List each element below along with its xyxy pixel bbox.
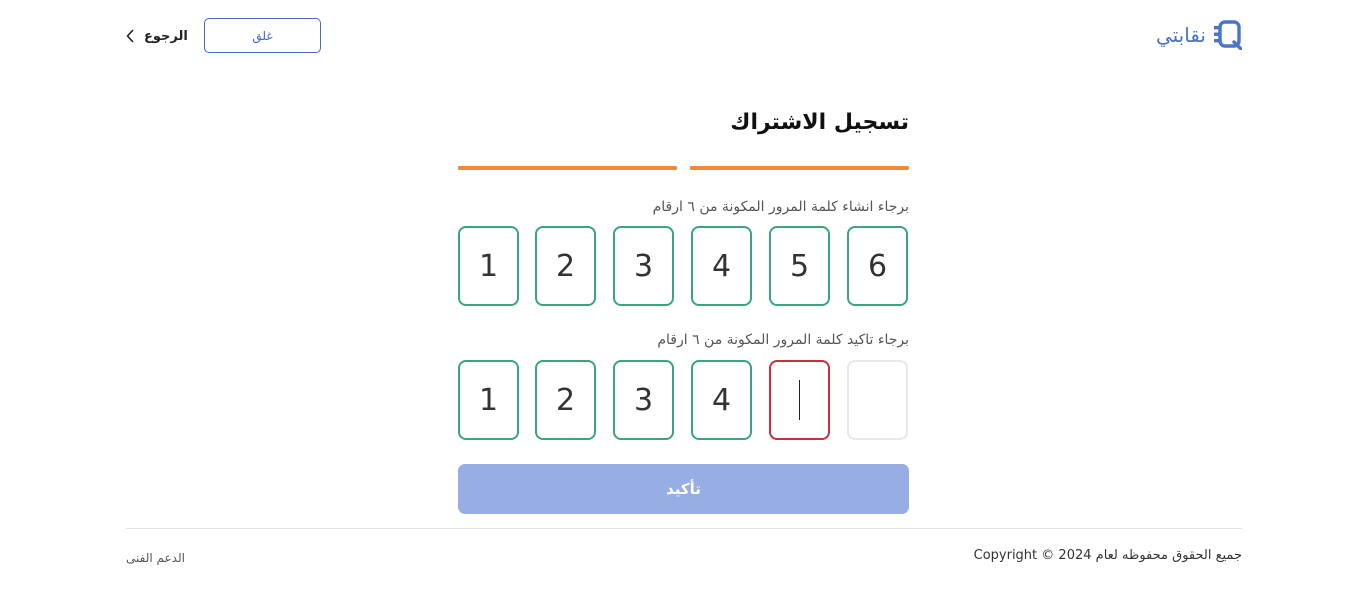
- create-pin-digit-4[interactable]: 3: [613, 226, 674, 306]
- create-pin-digit-2[interactable]: 5: [769, 226, 830, 306]
- confirm-button[interactable]: تأكيد: [458, 464, 909, 514]
- progress-step-2: [458, 166, 677, 170]
- page: نقابتي غلق الرجوع تسجيل الاشتراك برجاء ا…: [0, 0, 1366, 589]
- confirm-pin-digit-5[interactable]: 2: [535, 360, 596, 440]
- close-button[interactable]: غلق: [204, 18, 321, 53]
- confirm-pin-row: 4 3 2 1: [458, 360, 909, 440]
- confirm-pin-digit-1[interactable]: [847, 360, 908, 440]
- create-pin-digit-6[interactable]: 1: [458, 226, 519, 306]
- app-logo-icon: [1214, 20, 1242, 50]
- create-pin-digit-1[interactable]: 6: [847, 226, 908, 306]
- confirm-pin-digit-3[interactable]: 4: [691, 360, 752, 440]
- text-caret: [799, 380, 800, 420]
- brand-name: نقابتي: [1155, 23, 1206, 47]
- confirm-pin-label: برجاء تاكيد كلمة المرور المكونة من ٦ ارق…: [657, 332, 909, 348]
- back-label: الرجوع: [144, 28, 188, 44]
- page-title: تسجيل الاشتراك: [730, 110, 909, 135]
- footer-divider: [126, 528, 1242, 529]
- progress-step-1: [690, 166, 909, 170]
- create-pin-label: برجاء انشاء كلمة المرور المكونة من ٦ ارق…: [652, 199, 909, 215]
- create-pin-row: 6 5 4 3 2 1: [458, 226, 909, 306]
- copyright-text: جميع الحقوق محفوظه لعام 2024 © Copyright: [973, 548, 1242, 563]
- back-button[interactable]: الرجوع: [124, 24, 188, 48]
- create-pin-digit-3[interactable]: 4: [691, 226, 752, 306]
- confirm-pin-digit-2-active[interactable]: [769, 360, 830, 440]
- create-pin-digit-5[interactable]: 2: [535, 226, 596, 306]
- support-link[interactable]: الدعم الفنى: [126, 551, 185, 565]
- confirm-pin-digit-6[interactable]: 1: [458, 360, 519, 440]
- brand[interactable]: نقابتي: [1154, 18, 1242, 52]
- confirm-pin-digit-4[interactable]: 3: [613, 360, 674, 440]
- chevron-right-icon: [126, 29, 134, 43]
